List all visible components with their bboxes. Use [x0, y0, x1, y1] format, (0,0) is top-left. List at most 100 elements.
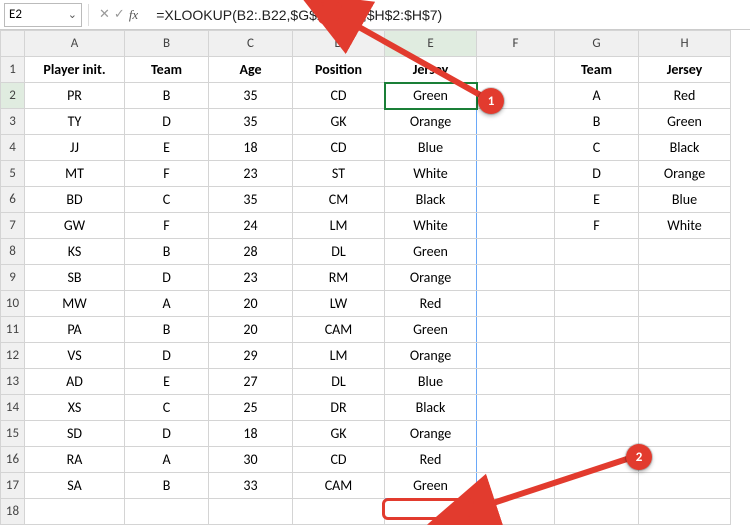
cell[interactable]: Black: [639, 135, 731, 161]
cell[interactable]: [477, 317, 555, 343]
cell[interactable]: [477, 421, 555, 447]
cell[interactable]: RA: [25, 447, 125, 473]
formula-input[interactable]: [152, 3, 746, 27]
cell[interactable]: PR: [25, 83, 125, 109]
cell[interactable]: RM: [293, 265, 385, 291]
cell[interactable]: [555, 421, 639, 447]
cell[interactable]: [125, 499, 209, 525]
cell[interactable]: Position: [293, 57, 385, 83]
cell[interactable]: DL: [293, 369, 385, 395]
cell[interactable]: LM: [293, 343, 385, 369]
cell[interactable]: Team: [125, 57, 209, 83]
cell[interactable]: CD: [293, 83, 385, 109]
cell[interactable]: Black: [385, 395, 477, 421]
cell[interactable]: [555, 317, 639, 343]
cell[interactable]: [293, 499, 385, 525]
cell[interactable]: White: [639, 213, 731, 239]
col-header-E[interactable]: E: [385, 31, 477, 57]
cell[interactable]: Jersey: [385, 57, 477, 83]
cell[interactable]: E: [125, 369, 209, 395]
cell[interactable]: F: [125, 161, 209, 187]
cell[interactable]: DR: [293, 395, 385, 421]
col-header-G[interactable]: G: [555, 31, 639, 57]
row-header[interactable]: 14: [1, 395, 25, 421]
cell[interactable]: SA: [25, 473, 125, 499]
cell[interactable]: Green: [385, 317, 477, 343]
cell[interactable]: Jersey: [639, 57, 731, 83]
cell[interactable]: White: [385, 213, 477, 239]
fx-icon[interactable]: fx: [129, 7, 138, 23]
cell[interactable]: [555, 343, 639, 369]
cell[interactable]: CD: [293, 447, 385, 473]
cell[interactable]: CD: [293, 135, 385, 161]
cell[interactable]: 30: [209, 447, 293, 473]
cell[interactable]: 35: [209, 187, 293, 213]
col-header-H[interactable]: H: [639, 31, 731, 57]
row-header[interactable]: 5: [1, 161, 25, 187]
cell[interactable]: [477, 473, 555, 499]
row-header[interactable]: 11: [1, 317, 25, 343]
cell[interactable]: 29: [209, 343, 293, 369]
cell[interactable]: [639, 499, 731, 525]
row-header[interactable]: 6: [1, 187, 25, 213]
cell[interactable]: GK: [293, 109, 385, 135]
cell[interactable]: TY: [25, 109, 125, 135]
row-header[interactable]: 7: [1, 213, 25, 239]
cell[interactable]: Black: [385, 187, 477, 213]
cell[interactable]: [477, 499, 555, 525]
cell[interactable]: Red: [385, 447, 477, 473]
cell[interactable]: XS: [25, 395, 125, 421]
cell[interactable]: 20: [209, 291, 293, 317]
cell[interactable]: [639, 239, 731, 265]
col-header-D[interactable]: D: [293, 31, 385, 57]
cell[interactable]: [639, 421, 731, 447]
cell[interactable]: [477, 187, 555, 213]
cell[interactable]: DL: [293, 239, 385, 265]
cell[interactable]: [477, 447, 555, 473]
cell[interactable]: White: [385, 161, 477, 187]
cell[interactable]: MW: [25, 291, 125, 317]
cell[interactable]: [639, 473, 731, 499]
cell[interactable]: B: [125, 473, 209, 499]
cell[interactable]: BD: [25, 187, 125, 213]
cell[interactable]: GW: [25, 213, 125, 239]
row-header[interactable]: 15: [1, 421, 25, 447]
cell[interactable]: 18: [209, 421, 293, 447]
cell[interactable]: D: [125, 421, 209, 447]
cell[interactable]: Orange: [639, 161, 731, 187]
cell[interactable]: PA: [25, 317, 125, 343]
cell[interactable]: [555, 473, 639, 499]
cell[interactable]: Blue: [385, 135, 477, 161]
cell[interactable]: CM: [293, 187, 385, 213]
cell[interactable]: MT: [25, 161, 125, 187]
cell[interactable]: LW: [293, 291, 385, 317]
cell[interactable]: SD: [25, 421, 125, 447]
cell[interactable]: [555, 369, 639, 395]
cell[interactable]: 24: [209, 213, 293, 239]
cell[interactable]: [25, 499, 125, 525]
cell[interactable]: Age: [209, 57, 293, 83]
row-header[interactable]: 8: [1, 239, 25, 265]
cell[interactable]: [477, 343, 555, 369]
cell[interactable]: Green: [385, 239, 477, 265]
cell[interactable]: Red: [639, 83, 731, 109]
row-header[interactable]: 9: [1, 265, 25, 291]
cell[interactable]: E: [555, 187, 639, 213]
cell[interactable]: Green: [385, 473, 477, 499]
col-header-B[interactable]: B: [125, 31, 209, 57]
row-header[interactable]: 3: [1, 109, 25, 135]
cell[interactable]: F: [555, 213, 639, 239]
cell[interactable]: ST: [293, 161, 385, 187]
cell[interactable]: [555, 291, 639, 317]
grid-table[interactable]: A B C D E F G H 1 Player init. Team Age …: [0, 30, 731, 525]
cell[interactable]: B: [125, 83, 209, 109]
cell[interactable]: F: [125, 213, 209, 239]
cell[interactable]: [639, 447, 731, 473]
cell[interactable]: [477, 291, 555, 317]
row-header[interactable]: 2: [1, 83, 25, 109]
cell[interactable]: A: [125, 447, 209, 473]
cell[interactable]: [555, 395, 639, 421]
cell[interactable]: [477, 369, 555, 395]
cell[interactable]: 25: [209, 395, 293, 421]
cell[interactable]: GK: [293, 421, 385, 447]
